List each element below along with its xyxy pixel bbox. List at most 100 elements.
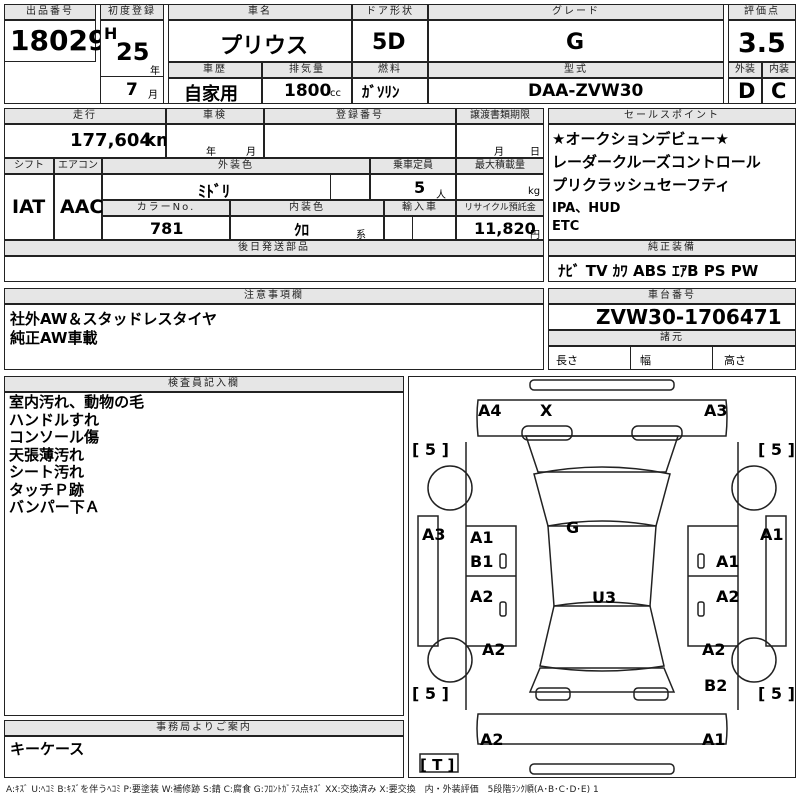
- reg-month: 7: [126, 80, 138, 100]
- damage-mark: B1: [470, 552, 494, 571]
- reg-no-cell: [264, 124, 456, 158]
- reg-no-label: 登録番号: [264, 108, 456, 124]
- transfer-label: 譲渡書類期限: [456, 108, 544, 124]
- damage-mark: G: [566, 518, 580, 537]
- grade-value: G: [566, 30, 585, 55]
- inspector-item: シート汚れ: [9, 463, 85, 481]
- first-reg-label: 初度登録: [100, 4, 164, 20]
- damage-mark: A2: [470, 587, 494, 606]
- year-unit: 年: [150, 66, 160, 77]
- doors-value: 5D: [372, 30, 406, 55]
- model-label: 車名: [168, 4, 352, 20]
- ac-value: AAC: [60, 196, 104, 218]
- later-parts-label: 後日発送部品: [4, 240, 544, 256]
- divider: [412, 216, 413, 240]
- color-value: ﾐﾄﾞﾘ: [198, 182, 231, 201]
- exterior-label: 外装: [728, 62, 762, 78]
- fuel-label: 燃料: [352, 62, 428, 78]
- sales-point-item: ETC: [552, 219, 580, 234]
- shift-label: シフト: [4, 158, 54, 174]
- damage-mark: X: [540, 401, 553, 420]
- color-label: 外装色: [102, 158, 370, 174]
- inspection-year-unit: 年: [206, 147, 216, 158]
- score-value: 3.5: [738, 28, 786, 59]
- tire-mark: [ 5 ]: [412, 684, 449, 703]
- damage-mark: A3: [704, 401, 728, 420]
- inspector-item: コンソール傷: [9, 428, 100, 446]
- damage-mark: B2: [704, 676, 728, 695]
- office-label: 事務局よりご案内: [4, 720, 404, 736]
- history-label: 車歴: [168, 62, 262, 78]
- recycle-unit: 円: [530, 230, 540, 241]
- transfer-day-unit: 日: [530, 147, 540, 158]
- mileage-label: 走行: [4, 108, 166, 124]
- shift-value: IAT: [12, 196, 46, 218]
- load-label: 最大積載量: [456, 158, 544, 174]
- tire-mark: [ 5 ]: [412, 440, 449, 459]
- score-label: 評価点: [728, 4, 796, 20]
- load-unit: kg: [528, 186, 541, 197]
- divider: [100, 76, 164, 77]
- tire-mark: [ 5 ]: [758, 684, 795, 703]
- damage-mark: A2: [716, 587, 740, 606]
- damage-mark: A1: [702, 730, 726, 749]
- sales-point-item: ★オークションデビュー★: [552, 130, 729, 148]
- divider: [330, 174, 331, 200]
- import-label: 輸入車: [384, 200, 456, 216]
- damage-mark: A2: [480, 730, 504, 749]
- later-parts-cell: [4, 256, 544, 282]
- sales-points-label: セールスポイント: [548, 108, 796, 124]
- width-label: 幅: [640, 354, 651, 367]
- inspector-item: タッチＰ跡: [9, 480, 85, 499]
- type-label: 型式: [428, 62, 724, 78]
- caution-line: 純正AW車載: [10, 329, 98, 347]
- damage-mark: A1: [716, 552, 740, 571]
- model-name: プリウス: [220, 34, 309, 59]
- recycle-label: リサイクル預託金: [456, 200, 544, 216]
- capacity-label: 乗車定員: [370, 158, 456, 174]
- capacity-value: 5: [414, 178, 426, 197]
- caution-label: 注意事項欄: [4, 288, 544, 304]
- damage-mark: A2: [482, 640, 506, 659]
- equipment-label: 純正装備: [548, 240, 796, 256]
- capacity-unit: 人: [436, 190, 446, 201]
- spare-tire-mark: [ T ]: [420, 756, 455, 774]
- month-unit: 月: [148, 90, 158, 101]
- damage-mark: U3: [592, 588, 617, 607]
- damage-mark: A3: [422, 525, 446, 544]
- inspection-month-unit: 月: [246, 147, 256, 158]
- inspector-item: 室内汚れ、動物の毛: [9, 393, 145, 411]
- divider: [712, 346, 713, 370]
- displacement-label: 排気量: [262, 62, 352, 78]
- equipment-value: ﾅﾋﾞ TV ｶﾜ ABS ｴｱB PS PW: [558, 262, 759, 280]
- caution-line: 社外AW＆スタッドレスタイヤ: [10, 310, 218, 328]
- dims-cell: [548, 346, 796, 370]
- damage-mark: A2: [702, 640, 726, 659]
- inspector-list: 室内汚れ、動物の毛 ハンドルすれ コンソール傷 天張薄汚れ シート汚れ タッチＰ…: [9, 393, 145, 517]
- ac-label: エアコン: [54, 158, 102, 174]
- length-label: 長さ: [556, 354, 578, 367]
- chassis-value: ZVW30-1706471: [596, 305, 782, 329]
- tire-mark: [ 5 ]: [758, 440, 795, 459]
- damage-mark: A1: [760, 525, 784, 544]
- damage-mark: A4: [478, 401, 502, 420]
- exterior-grade: D: [738, 79, 756, 103]
- color-no-label: カラーNo.: [102, 200, 230, 216]
- lot-number: 18029: [10, 24, 108, 57]
- lot-label: 出品番号: [4, 4, 96, 20]
- transfer-month-unit: 月: [494, 147, 504, 158]
- dims-label: 諸元: [548, 330, 796, 346]
- sales-point-item: IPA、HUD: [552, 201, 621, 216]
- car-outline-diagram: [417, 379, 787, 775]
- reg-year: 25: [116, 38, 150, 66]
- office-value: キーケース: [10, 740, 85, 758]
- damage-mark: A1: [470, 528, 494, 547]
- legend: A:ｷｽﾞ U:ﾍｺﾐ B:ｷｽﾞを伴うﾍｺﾐ P:要塗装 W:補修跡 S:錆 …: [6, 785, 599, 795]
- inspector-item: 天張薄汚れ: [9, 445, 85, 464]
- recycle-value: 11,820: [474, 219, 536, 238]
- doors-label: ドア形状: [352, 4, 428, 20]
- inspector-item: ハンドルすれ: [9, 410, 100, 429]
- chassis-label: 車台番号: [548, 288, 796, 304]
- inspector-label: 検査員記入欄: [4, 376, 404, 392]
- color-no-value: 781: [150, 219, 184, 238]
